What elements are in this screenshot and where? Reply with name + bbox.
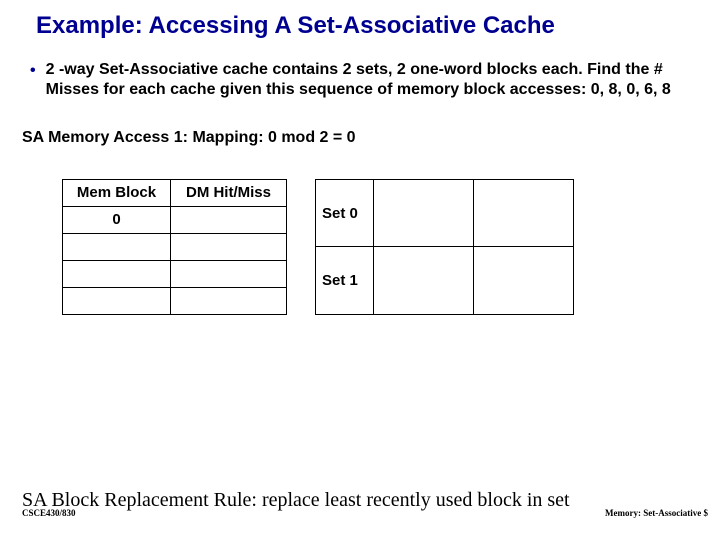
set-label: Set 0: [316, 179, 374, 247]
footer-right: Memory: Set-Associative $: [605, 508, 708, 518]
set-table: Set 0 Set 1: [315, 179, 574, 315]
table-row: [63, 260, 287, 287]
cell: [474, 247, 574, 315]
table-row: Set 1: [316, 247, 574, 315]
access-subhead: SA Memory Access 1: Mapping: 0 mod 2 = 0: [0, 101, 720, 147]
set-label: Set 1: [316, 247, 374, 315]
table-row: 0: [63, 206, 287, 233]
cell: [374, 179, 474, 247]
cell: [171, 233, 287, 260]
table-row: [63, 233, 287, 260]
cell: [474, 179, 574, 247]
slide-title: Example: Accessing A Set-Associative Cac…: [0, 0, 720, 40]
bullet-block: • 2 -way Set-Associative cache contains …: [0, 40, 720, 101]
bullet-dot: •: [30, 60, 36, 81]
cell: [171, 260, 287, 287]
cell: [63, 260, 171, 287]
access-table: Mem Block DM Hit/Miss 0: [62, 179, 287, 315]
th-hit-miss: DM Hit/Miss: [171, 179, 287, 206]
cell: [63, 233, 171, 260]
th-mem-block: Mem Block: [63, 179, 171, 206]
tables-row: Mem Block DM Hit/Miss 0 Set 0 Set 1: [0, 147, 720, 315]
cell: [171, 206, 287, 233]
cell: [171, 287, 287, 314]
cell: [374, 247, 474, 315]
cell: 0: [63, 206, 171, 233]
cell: [63, 287, 171, 314]
replacement-rule: SA Block Replacement Rule: replace least…: [22, 489, 570, 512]
footer-left: CSCE430/830: [22, 508, 76, 518]
table-row: [63, 287, 287, 314]
table-row: Set 0: [316, 179, 574, 247]
bullet-text: 2 -way Set-Associative cache contains 2 …: [46, 60, 690, 101]
